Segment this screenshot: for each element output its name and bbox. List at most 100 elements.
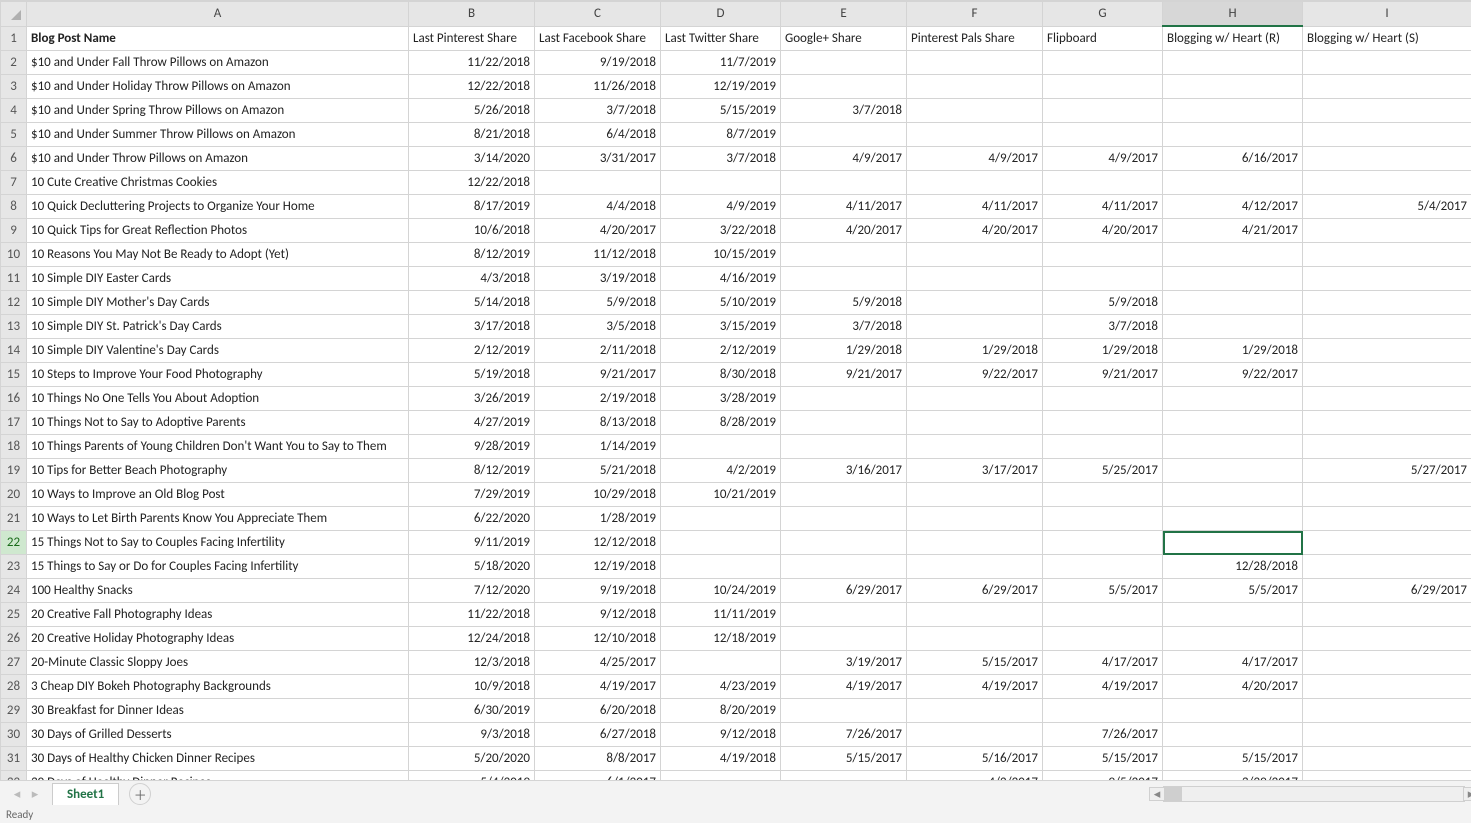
row-header[interactable]: 27: [1, 651, 27, 675]
cell[interactable]: 4/20/2017: [1043, 219, 1163, 243]
cell[interactable]: Last Twitter Share: [661, 26, 781, 51]
col-header-G[interactable]: G: [1043, 2, 1163, 27]
cell[interactable]: [1303, 171, 1471, 195]
cell[interactable]: 5/21/2018: [535, 459, 661, 483]
cell[interactable]: $10 and Under Summer Throw Pillows on Am…: [27, 123, 409, 147]
cell[interactable]: 10/24/2019: [661, 579, 781, 603]
cell[interactable]: 4/19/2017: [535, 675, 661, 699]
row-header[interactable]: 21: [1, 507, 27, 531]
row-header[interactable]: 19: [1, 459, 27, 483]
horizontal-scrollbar[interactable]: ◂ ▸: [1163, 786, 1465, 802]
cell[interactable]: 3/28/2019: [661, 387, 781, 411]
cell[interactable]: [1043, 99, 1163, 123]
cell[interactable]: 7/26/2017: [1043, 723, 1163, 747]
cell[interactable]: [1303, 627, 1471, 651]
cell[interactable]: 9/19/2018: [535, 579, 661, 603]
cell[interactable]: Pinterest Pals Share: [907, 26, 1043, 51]
cell[interactable]: 5/10/2019: [661, 291, 781, 315]
cell[interactable]: 6/29/2017: [781, 579, 907, 603]
cell[interactable]: [1043, 123, 1163, 147]
cell[interactable]: [661, 555, 781, 579]
cell[interactable]: [1303, 291, 1471, 315]
row-header[interactable]: 29: [1, 699, 27, 723]
cell[interactable]: 15 Things to Say or Do for Couples Facin…: [27, 555, 409, 579]
cell[interactable]: 8/17/2019: [409, 195, 535, 219]
cell[interactable]: 11/12/2018: [535, 243, 661, 267]
cell[interactable]: 10/29/2018: [535, 483, 661, 507]
cell[interactable]: [1163, 483, 1303, 507]
cell[interactable]: [1303, 531, 1471, 555]
cell[interactable]: [1043, 75, 1163, 99]
cell[interactable]: 8/12/2019: [409, 459, 535, 483]
row-header[interactable]: 25: [1, 603, 27, 627]
cell[interactable]: Blogging w/ Heart (S): [1303, 26, 1471, 51]
cell[interactable]: [1163, 171, 1303, 195]
cell[interactable]: 5/5/2017: [1043, 579, 1163, 603]
cell[interactable]: [1303, 267, 1471, 291]
cell[interactable]: [661, 435, 781, 459]
cell[interactable]: 6/16/2017: [1163, 147, 1303, 171]
cell[interactable]: 4/9/2019: [661, 195, 781, 219]
cell[interactable]: [1163, 123, 1303, 147]
cell[interactable]: 8/28/2019: [661, 411, 781, 435]
cell[interactable]: [661, 507, 781, 531]
cell[interactable]: 9/21/2017: [1043, 363, 1163, 387]
cell[interactable]: 4/9/2017: [781, 147, 907, 171]
row-header[interactable]: 14: [1, 339, 27, 363]
cell[interactable]: 11/11/2019: [661, 603, 781, 627]
cell[interactable]: 6/30/2019: [409, 699, 535, 723]
cell[interactable]: [781, 483, 907, 507]
row-header[interactable]: 28: [1, 675, 27, 699]
cell[interactable]: 7/12/2020: [409, 579, 535, 603]
cell[interactable]: 10 Quick Tips for Great Reflection Photo…: [27, 219, 409, 243]
cell[interactable]: 4/12/2017: [1163, 195, 1303, 219]
cell[interactable]: 1/28/2019: [535, 507, 661, 531]
cell[interactable]: 4/16/2019: [661, 267, 781, 291]
cell[interactable]: [781, 603, 907, 627]
cell[interactable]: [907, 435, 1043, 459]
cell[interactable]: [1163, 411, 1303, 435]
cell[interactable]: 10 Steps to Improve Your Food Photograph…: [27, 363, 409, 387]
row-header[interactable]: 9: [1, 219, 27, 243]
cell[interactable]: [1043, 267, 1163, 291]
cell[interactable]: [1043, 555, 1163, 579]
cell[interactable]: 3/26/2019: [409, 387, 535, 411]
col-header-A[interactable]: A: [27, 2, 409, 27]
sheet-tab-active[interactable]: Sheet1: [52, 783, 119, 805]
row-header[interactable]: 1: [1, 26, 27, 51]
row-header[interactable]: 6: [1, 147, 27, 171]
cell[interactable]: 20 Creative Fall Photography Ideas: [27, 603, 409, 627]
cell[interactable]: [1303, 603, 1471, 627]
scroll-left-icon[interactable]: ◂: [1149, 787, 1165, 801]
cell[interactable]: [1303, 363, 1471, 387]
row-header[interactable]: 5: [1, 123, 27, 147]
cell[interactable]: 5/15/2019: [661, 99, 781, 123]
cell[interactable]: 7/29/2019: [409, 483, 535, 507]
cell[interactable]: [1163, 459, 1303, 483]
row-header[interactable]: 24: [1, 579, 27, 603]
cell[interactable]: 4/11/2017: [781, 195, 907, 219]
cell[interactable]: Last Pinterest Share: [409, 26, 535, 51]
cell[interactable]: [907, 723, 1043, 747]
cell[interactable]: [1163, 267, 1303, 291]
cell[interactable]: [1043, 603, 1163, 627]
cell[interactable]: [1303, 147, 1471, 171]
cell[interactable]: [781, 531, 907, 555]
cell[interactable]: 5/26/2018: [409, 99, 535, 123]
cell[interactable]: 30 Breakfast for Dinner Ideas: [27, 699, 409, 723]
cell[interactable]: 10 Ways to Improve an Old Blog Post: [27, 483, 409, 507]
cell[interactable]: 10 Ways to Let Birth Parents Know You Ap…: [27, 507, 409, 531]
cell[interactable]: 8/8/2017: [535, 747, 661, 771]
cell[interactable]: 6/27/2018: [535, 723, 661, 747]
cell[interactable]: [1163, 603, 1303, 627]
cell[interactable]: $10 and Under Holiday Throw Pillows on A…: [27, 75, 409, 99]
cell[interactable]: [907, 699, 1043, 723]
cell[interactable]: [781, 171, 907, 195]
cell[interactable]: 9/11/2019: [409, 531, 535, 555]
cell[interactable]: [1043, 531, 1163, 555]
cell[interactable]: 3/7/2018: [781, 99, 907, 123]
cell[interactable]: 10 Cute Creative Christmas Cookies: [27, 171, 409, 195]
cell[interactable]: [1043, 507, 1163, 531]
cell[interactable]: 4/2/2019: [661, 459, 781, 483]
cell[interactable]: [1043, 411, 1163, 435]
